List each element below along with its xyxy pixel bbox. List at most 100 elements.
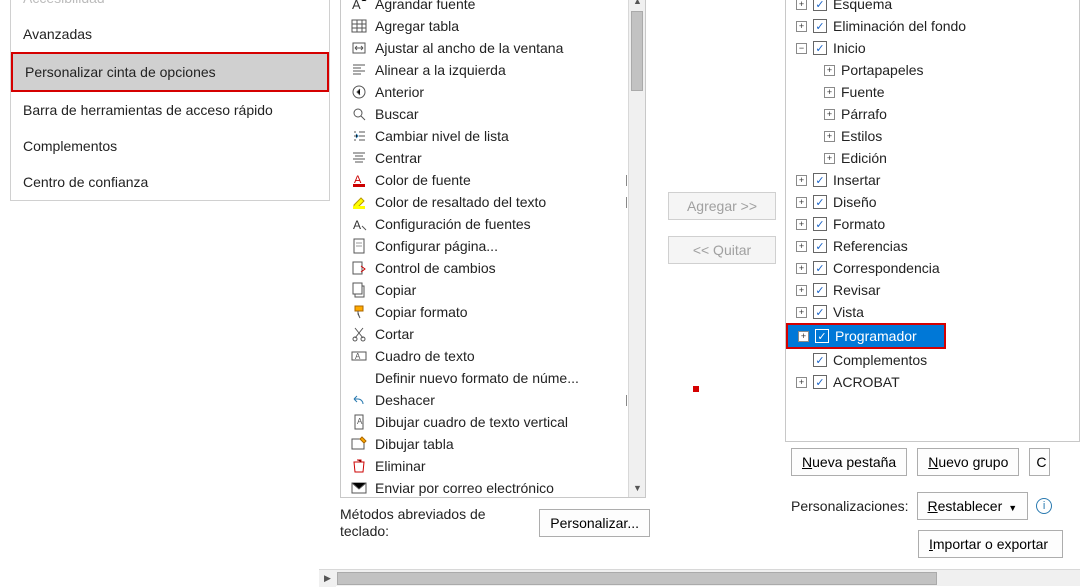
import-export-dropdown[interactable]: Importar o exportar	[918, 530, 1063, 558]
expand-icon[interactable]: +	[796, 377, 807, 388]
checkbox[interactable]	[813, 375, 827, 389]
command-item[interactable]: Dibujar tabla	[341, 433, 645, 455]
tree-node[interactable]: +Eliminación del fondo	[786, 15, 1079, 37]
tree-node[interactable]: Complementos	[786, 349, 1079, 371]
command-item[interactable]: AAgrandar fuente	[341, 0, 645, 15]
checkbox[interactable]	[813, 19, 827, 33]
new-group-button[interactable]: Nuevo grupo	[917, 448, 1019, 476]
expand-icon[interactable]: +	[824, 109, 835, 120]
hscroll-thumb[interactable]	[337, 572, 937, 585]
checkbox[interactable]	[813, 239, 827, 253]
search-icon	[349, 105, 369, 123]
new-tab-button[interactable]: Nueva pestaña	[791, 448, 907, 476]
checkbox[interactable]	[813, 173, 827, 187]
command-item[interactable]: Configurar página...	[341, 235, 645, 257]
scroll-thumb[interactable]	[631, 11, 643, 91]
tree-node[interactable]: +Correspondencia	[786, 257, 1079, 279]
commands-list[interactable]: AAgrandar fuenteAgregar tabla▶ Ajustar al…	[340, 0, 646, 498]
expand-icon[interactable]: +	[824, 65, 835, 76]
command-item[interactable]: Agregar tabla▶	[341, 15, 645, 37]
horizontal-scrollbar[interactable]: ◀ ▶	[319, 569, 1080, 586]
expand-icon[interactable]: +	[796, 219, 807, 230]
command-item[interactable]: Buscar	[341, 103, 645, 125]
tree-node[interactable]: −Inicio	[786, 37, 1079, 59]
expand-icon[interactable]: +	[796, 175, 807, 186]
collapse-icon[interactable]: −	[796, 43, 807, 54]
expand-icon[interactable]: +	[796, 263, 807, 274]
tree-node[interactable]: +Fuente	[786, 81, 1079, 103]
tree-node[interactable]: +Referencias	[786, 235, 1079, 257]
scroll-up[interactable]: ▲	[629, 0, 646, 10]
checkbox[interactable]	[813, 0, 827, 11]
info-icon[interactable]: i	[1036, 498, 1052, 514]
tree-node[interactable]: +Esquema	[786, 0, 1079, 15]
checkbox[interactable]	[813, 195, 827, 209]
keyboard-shortcuts-row: Métodos abreviados de teclado: Personali…	[340, 506, 650, 540]
customize-shortcuts-button[interactable]: Personalizar...	[539, 509, 650, 537]
tree-node[interactable]: +ACROBAT	[786, 371, 1079, 393]
checkbox[interactable]	[815, 329, 829, 343]
command-item[interactable]: Anterior	[341, 81, 645, 103]
tree-node[interactable]: +Estilos	[786, 125, 1079, 147]
expand-icon[interactable]: +	[824, 131, 835, 142]
tree-node[interactable]: +Párrafo	[786, 103, 1079, 125]
command-item[interactable]: Deshacer▶	[341, 389, 645, 411]
command-item[interactable]: Enviar por correo electrónico	[341, 477, 645, 498]
checkbox[interactable]	[813, 305, 827, 319]
command-item[interactable]: Eliminar	[341, 455, 645, 477]
expand-icon[interactable]: +	[796, 241, 807, 252]
command-item[interactable]: Copiar	[341, 279, 645, 301]
expand-icon[interactable]: +	[798, 331, 809, 342]
expand-icon[interactable]: +	[796, 0, 807, 10]
nav-complementos[interactable]: Complementos	[11, 128, 329, 164]
add-button[interactable]: Agregar >>	[668, 192, 776, 220]
command-item[interactable]: AColor de fuente▶	[341, 169, 645, 191]
nav-centro-confianza[interactable]: Centro de confianza	[11, 164, 329, 200]
svg-text:A: A	[352, 0, 361, 12]
nav-accesibilidad[interactable]: Accesibilidad	[11, 0, 329, 16]
tree-node[interactable]: +Diseño	[786, 191, 1079, 213]
hscroll-right[interactable]: ▶	[319, 570, 336, 587]
checkbox[interactable]	[813, 41, 827, 55]
expand-icon[interactable]: +	[796, 285, 807, 296]
tree-node[interactable]: +Portapapeles	[786, 59, 1079, 81]
tree-node[interactable]: +Vista	[786, 301, 1079, 323]
commands-scrollbar[interactable]: ▲ ▼	[628, 0, 645, 497]
scroll-down[interactable]: ▼	[629, 480, 646, 497]
command-item[interactable]: Control de cambios	[341, 257, 645, 279]
expand-icon[interactable]: +	[824, 87, 835, 98]
tree-node[interactable]: +Insertar	[786, 169, 1079, 191]
reset-dropdown[interactable]: Restablecer▼	[917, 492, 1029, 520]
nav-personalizar-cinta[interactable]: Personalizar cinta de opciones	[11, 52, 329, 92]
command-item[interactable]: Cortar	[341, 323, 645, 345]
nav-avanzadas[interactable]: Avanzadas	[11, 16, 329, 52]
checkbox[interactable]	[813, 283, 827, 297]
rename-button-clipped[interactable]: C	[1029, 448, 1049, 476]
ribbon-tabs-tree[interactable]: +Esquema+Eliminación del fondo−Inicio+Po…	[785, 0, 1080, 442]
command-item[interactable]: ADibujar cuadro de texto vertical	[341, 411, 645, 433]
tree-node[interactable]: +Formato	[786, 213, 1079, 235]
command-item[interactable]: Definir nuevo formato de núme...	[341, 367, 645, 389]
command-item[interactable]: Alinear a la izquierda	[341, 59, 645, 81]
tree-node[interactable]: +Programador	[788, 325, 944, 347]
command-item[interactable]: ACuadro de texto▶	[341, 345, 645, 367]
cut-icon	[349, 325, 369, 343]
tree-node[interactable]: +Revisar	[786, 279, 1079, 301]
command-item[interactable]: Color de resaltado del texto▶	[341, 191, 645, 213]
nav-barra-acceso-rapido[interactable]: Barra de herramientas de acceso rápido	[11, 92, 329, 128]
checkbox[interactable]	[813, 261, 827, 275]
command-label: Ajustar al ancho de la ventana	[375, 40, 563, 56]
remove-button[interactable]: << Quitar	[668, 236, 776, 264]
command-item[interactable]: Centrar	[341, 147, 645, 169]
command-item[interactable]: Ajustar al ancho de la ventana	[341, 37, 645, 59]
command-item[interactable]: Cambiar nivel de lista▶	[341, 125, 645, 147]
checkbox[interactable]	[813, 353, 827, 367]
checkbox[interactable]	[813, 217, 827, 231]
tree-node[interactable]: +Edición	[786, 147, 1079, 169]
command-item[interactable]: Copiar formato	[341, 301, 645, 323]
expand-icon[interactable]: +	[796, 307, 807, 318]
expand-icon[interactable]: +	[796, 197, 807, 208]
expand-icon[interactable]: +	[824, 153, 835, 164]
command-item[interactable]: AConfiguración de fuentes	[341, 213, 645, 235]
expand-icon[interactable]: +	[796, 21, 807, 32]
